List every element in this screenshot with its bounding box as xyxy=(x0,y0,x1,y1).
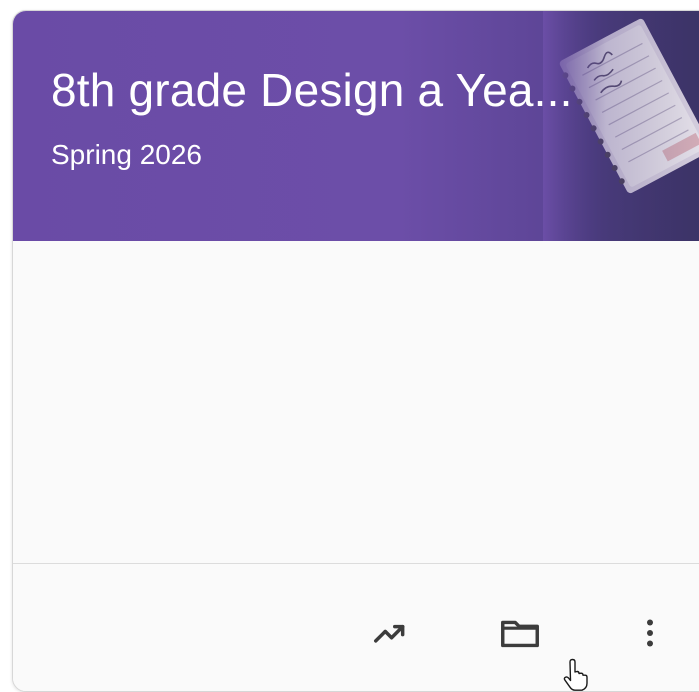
open-gradebook-button[interactable] xyxy=(365,608,415,658)
hand-pointer-cursor-icon xyxy=(563,658,588,691)
notebook-illustration xyxy=(543,11,699,241)
class-card[interactable]: 8th grade Design a Yea... Spring 2026 xyxy=(12,10,699,692)
class-title[interactable]: 8th grade Design a Yea... xyxy=(51,63,573,117)
open-folder-button[interactable] xyxy=(495,608,545,658)
class-section: Spring 2026 xyxy=(51,139,203,170)
trending-up-icon xyxy=(374,624,405,643)
card-header[interactable]: 8th grade Design a Yea... Spring 2026 xyxy=(13,11,699,241)
card-footer xyxy=(13,564,699,691)
card-body xyxy=(13,241,699,563)
more-options-button[interactable] xyxy=(625,608,675,658)
folder-icon xyxy=(501,620,539,648)
more-vert-icon xyxy=(647,619,653,647)
